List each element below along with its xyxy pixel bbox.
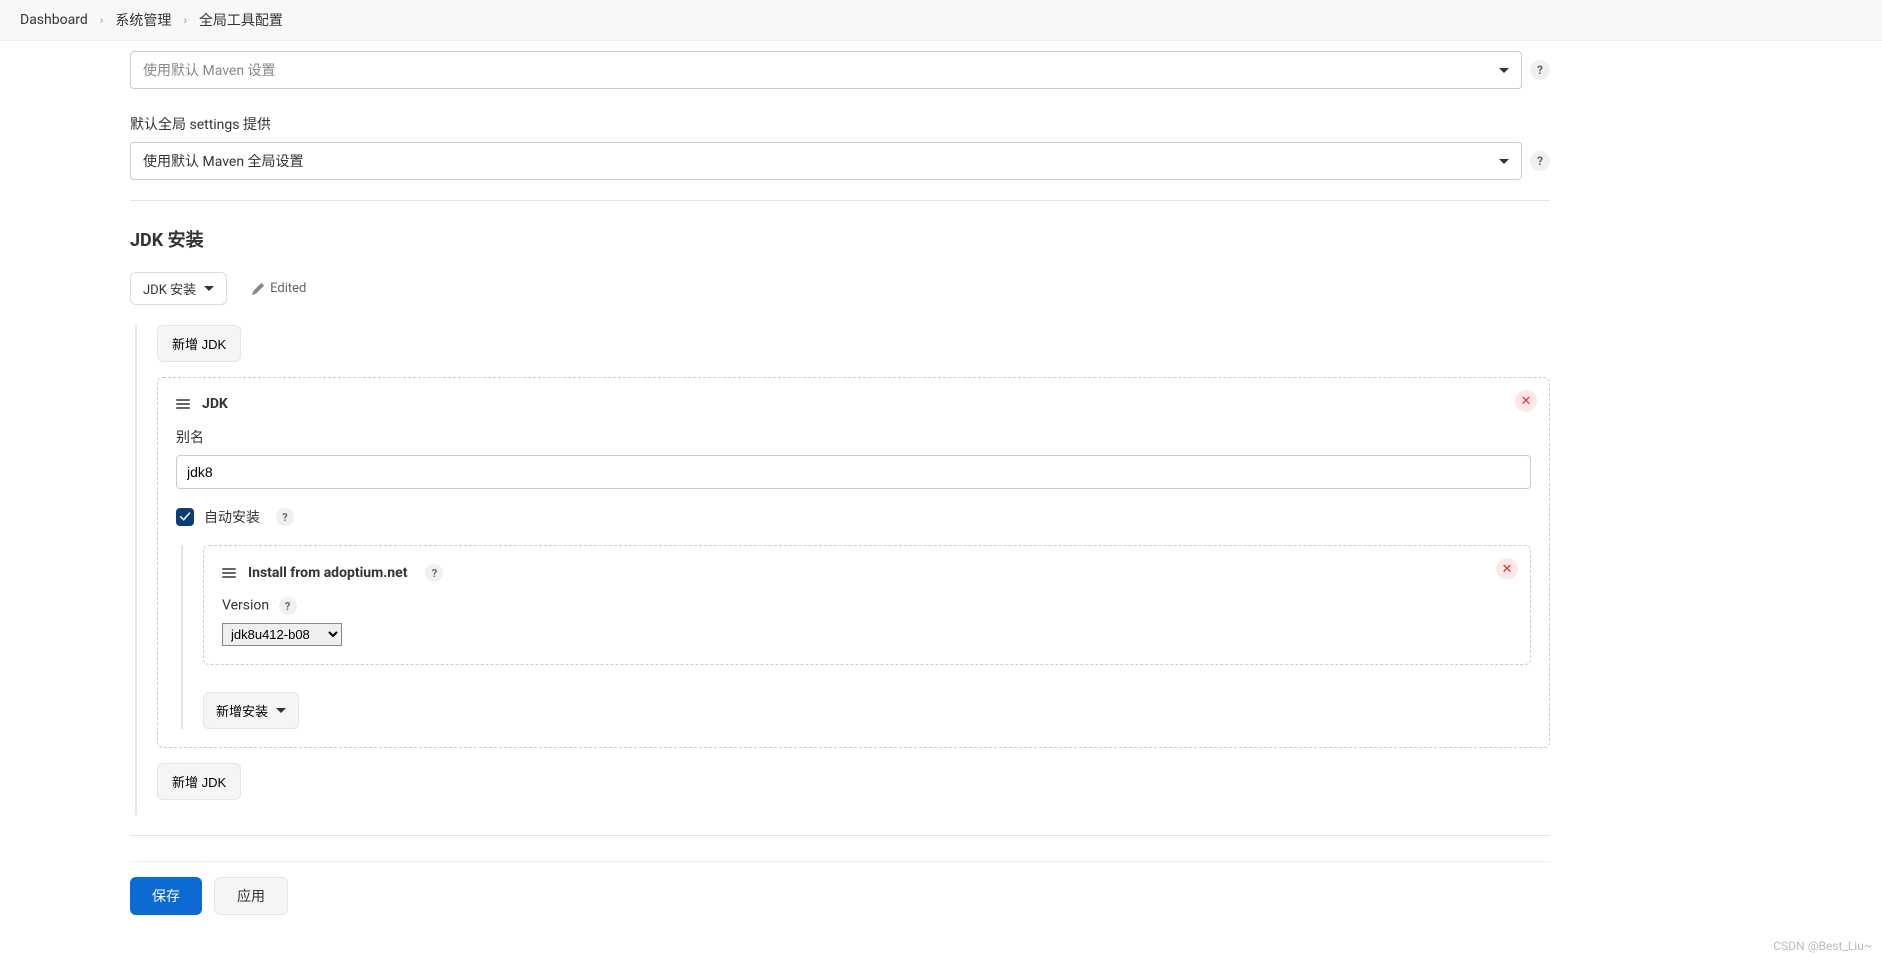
footer-bar: 保存 应用 <box>130 861 1550 930</box>
drag-handle-icon[interactable] <box>222 568 236 578</box>
installer-title: Install from adoptium.net <box>248 565 407 581</box>
divider <box>130 200 1550 201</box>
maven-settings-select[interactable]: 使用默认 Maven 设置 <box>130 51 1522 89</box>
breadcrumb-item-dashboard[interactable]: Dashboard <box>20 12 88 28</box>
chevron-down-icon <box>204 286 214 291</box>
global-settings-label: 默认全局 settings 提供 <box>130 114 1550 134</box>
version-select[interactable]: jdk8u412-b08 <box>222 623 342 646</box>
delete-jdk-button[interactable]: ✕ <box>1515 390 1537 412</box>
breadcrumb: Dashboard › 系统管理 › 全局工具配置 <box>0 0 1882 41</box>
alias-input[interactable] <box>176 455 1531 489</box>
jdk-item-title: JDK <box>202 396 228 412</box>
installer-box: ✕ Install from adoptium.net ? Version ? … <box>203 545 1531 665</box>
pencil-icon <box>252 283 264 295</box>
add-installer-label: 新增安装 <box>216 701 268 720</box>
breadcrumb-item-tools[interactable]: 全局工具配置 <box>199 10 283 30</box>
watermark: CSDN @Best_Liu~ <box>1773 939 1872 953</box>
help-icon[interactable]: ? <box>425 564 443 582</box>
close-icon: ✕ <box>1521 393 1532 409</box>
edited-label-text: Edited <box>270 281 306 296</box>
help-icon[interactable]: ? <box>279 597 297 615</box>
help-icon[interactable]: ? <box>1530 151 1550 171</box>
help-icon[interactable]: ? <box>276 508 294 526</box>
maven-settings-value: 使用默认 Maven 设置 <box>143 60 276 80</box>
chevron-down-icon <box>276 708 286 713</box>
global-settings-value: 使用默认 Maven 全局设置 <box>143 151 304 171</box>
chevron-right-icon: › <box>183 13 187 27</box>
global-settings-select[interactable]: 使用默认 Maven 全局设置 <box>130 142 1522 180</box>
auto-install-checkbox[interactable] <box>176 508 194 526</box>
version-label: Version <box>222 598 269 614</box>
edited-indicator: Edited <box>252 281 306 296</box>
add-installer-button[interactable]: 新增安装 <box>203 692 299 729</box>
chevron-right-icon: › <box>100 13 104 27</box>
jdk-install-dropdown-label: JDK 安装 <box>143 279 196 298</box>
breadcrumb-item-system[interactable]: 系统管理 <box>115 10 171 30</box>
jdk-install-dropdown[interactable]: JDK 安装 <box>130 272 227 305</box>
help-icon[interactable]: ? <box>1530 60 1550 80</box>
jdk-section-title: JDK 安装 <box>130 226 1550 252</box>
chevron-down-icon <box>1499 159 1509 164</box>
check-icon <box>179 511 191 523</box>
drag-handle-icon[interactable] <box>176 399 190 409</box>
close-icon: ✕ <box>1502 561 1513 577</box>
apply-button[interactable]: 应用 <box>214 877 288 915</box>
auto-install-label: 自动安装 <box>204 507 260 527</box>
chevron-down-icon <box>1499 68 1509 73</box>
add-jdk-button-bottom[interactable]: 新增 JDK <box>157 763 241 800</box>
save-button[interactable]: 保存 <box>130 877 202 915</box>
alias-label: 别名 <box>176 427 1531 447</box>
divider <box>130 835 1550 836</box>
jdk-item-box: ✕ JDK 别名 自动安装 ? ✕ <box>157 377 1550 748</box>
add-jdk-button-top[interactable]: 新增 JDK <box>157 325 241 362</box>
delete-installer-button[interactable]: ✕ <box>1496 558 1518 580</box>
